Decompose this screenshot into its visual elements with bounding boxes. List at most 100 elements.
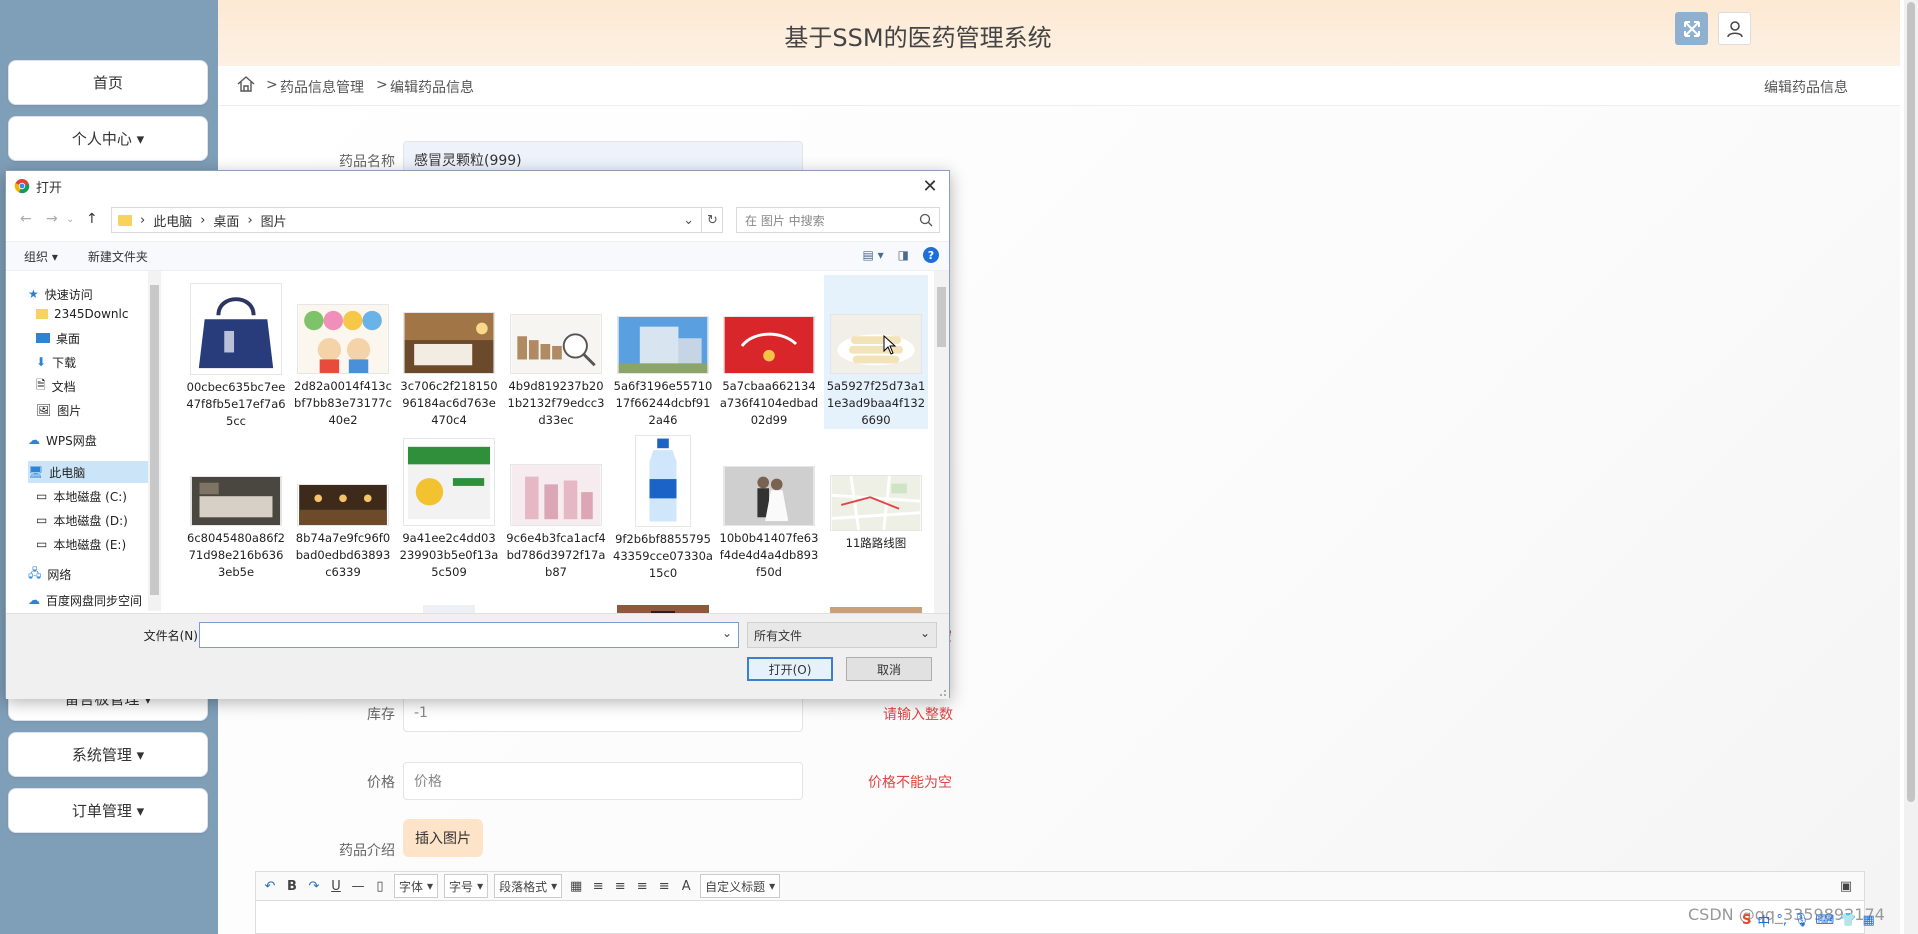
sidebar-item-system[interactable]: 系统管理 ▾ bbox=[8, 732, 208, 777]
dialog-title: 打开 bbox=[36, 180, 63, 196]
file-tile[interactable]: 11路路线图 bbox=[824, 431, 928, 581]
nav-this-pc[interactable]: 🖥 此电脑 bbox=[28, 461, 148, 483]
filetype-select[interactable]: 所有文件 ⌄ bbox=[747, 622, 937, 648]
nav-drive-c[interactable]: ▭ 本地磁盘 (C:) bbox=[36, 485, 127, 507]
breadcrumb-separator: > bbox=[266, 77, 278, 93]
home-icon[interactable] bbox=[236, 74, 256, 98]
page-scroll-thumb[interactable] bbox=[1907, 2, 1915, 802]
nav-downloads[interactable]: ⬇ 下载 bbox=[36, 351, 76, 373]
price-label: 价格 bbox=[367, 775, 395, 791]
file-name: 4b9d819237b201b2132f79edcc3d33ec bbox=[507, 379, 605, 427]
file-tile-selected[interactable]: 5a5927f25d73a11e3ad9baa4f1326690 bbox=[824, 275, 928, 429]
path-desktop[interactable]: 桌面 bbox=[213, 211, 239, 230]
file-tile[interactable]: 9a41ee2c4dd03239903b5e0f13a5c509 bbox=[397, 431, 501, 581]
file-tile[interactable]: 4b9d819237b201b2132f79edcc3d33ec bbox=[504, 279, 608, 429]
document-icon[interactable]: ▯ bbox=[372, 876, 388, 896]
file-tile[interactable]: 00cbec635bc7ee47f8fb5e17ef7a65cc bbox=[184, 279, 288, 429]
file-tile[interactable] bbox=[504, 583, 608, 613]
view-mode-icon[interactable]: ▤ ▾ bbox=[862, 248, 883, 262]
cancel-button[interactable]: 取消 bbox=[846, 657, 932, 681]
ime-toolbar[interactable]: S 中 °, 🎙 ⌨ 👕 ▦ bbox=[1742, 908, 1875, 932]
bold-button[interactable]: B bbox=[284, 876, 300, 896]
organize-menu[interactable]: 组织 ▾ bbox=[24, 248, 58, 265]
search-input[interactable]: 在 图片 中搜索 bbox=[736, 207, 940, 233]
nav-scrollbar[interactable] bbox=[148, 271, 161, 611]
redo-icon[interactable]: ↷ bbox=[306, 876, 322, 896]
file-grid-scroll-thumb[interactable] bbox=[937, 287, 946, 347]
breadcrumb-drug-info[interactable]: 药品信息管理 bbox=[280, 77, 364, 97]
size-select[interactable]: 字号 ▾ bbox=[444, 874, 489, 898]
page-scrollbar[interactable] bbox=[1904, 0, 1918, 934]
resize-grip-icon[interactable] bbox=[937, 687, 947, 697]
align-right-icon[interactable]: ≡ bbox=[612, 876, 628, 896]
file-tile[interactable] bbox=[184, 583, 288, 613]
address-bar[interactable]: › 此电脑 › 桌面 › 图片 ⌄ bbox=[111, 207, 723, 233]
file-tile[interactable]: 9f2b6bf885579543359cce07330a15c0 bbox=[611, 431, 715, 581]
insert-image-button[interactable]: 插入图片 bbox=[403, 819, 483, 857]
paragraph-select[interactable]: 段落格式 ▾ bbox=[494, 874, 563, 898]
help-icon[interactable]: ? bbox=[923, 247, 939, 263]
user-button[interactable] bbox=[1718, 12, 1751, 45]
file-tile[interactable] bbox=[611, 583, 715, 613]
nav-baidu-sync[interactable]: ☁ 百度网盘同步空间 bbox=[28, 589, 142, 611]
open-button[interactable]: 打开(O) bbox=[747, 657, 833, 681]
file-tile[interactable]: 10b0b41407fe63f4de4d4a4db893f50d bbox=[717, 431, 821, 581]
custom-title-select[interactable]: 自定义标题 ▾ bbox=[700, 874, 781, 898]
close-icon[interactable]: ✕ bbox=[919, 175, 941, 197]
align-center-icon[interactable]: ≡ bbox=[634, 876, 650, 896]
file-tile[interactable]: 5a6f3196e5571017f66244dcbf912a46 bbox=[611, 279, 715, 429]
nav-downloads-folder[interactable]: 2345Downlc bbox=[36, 303, 128, 325]
file-tile[interactable] bbox=[824, 583, 928, 613]
chevron-down-icon[interactable]: ⌄ bbox=[683, 213, 694, 228]
nav-network[interactable]: 🖧 网络 bbox=[28, 563, 71, 585]
nav-drive-e[interactable]: ▭ 本地磁盘 (E:) bbox=[36, 533, 126, 555]
path-pictures[interactable]: 图片 bbox=[261, 211, 287, 230]
nav-desktop[interactable]: 桌面 bbox=[36, 327, 80, 349]
new-folder-button[interactable]: 新建文件夹 bbox=[88, 248, 148, 265]
file-tile[interactable]: 2d82a0014f413cbf7bb83e73177c40e2 bbox=[291, 279, 395, 429]
dialog-titlebar[interactable]: 打开 bbox=[6, 171, 949, 201]
underline-button[interactable]: U bbox=[328, 876, 344, 896]
preview-pane-icon[interactable]: ◨ bbox=[898, 248, 909, 262]
align-justify-icon[interactable]: ≡ bbox=[656, 876, 672, 896]
file-tile[interactable]: 5a7cbaa662134a736f4104edbad02d99 bbox=[717, 279, 821, 429]
refresh-icon[interactable]: ↻ bbox=[701, 207, 723, 233]
file-grid-scrollbar[interactable] bbox=[934, 271, 949, 613]
nav-pictures[interactable]: 🖼 图片 bbox=[36, 399, 81, 421]
command-bar: 组织 ▾ 新建文件夹 ▤ ▾ ◨ ? bbox=[6, 241, 949, 271]
sidebar-item-personal-center[interactable]: 个人中心 ▾ bbox=[8, 116, 208, 161]
back-icon[interactable]: ← bbox=[20, 211, 32, 227]
path-this-pc[interactable]: 此电脑 bbox=[153, 211, 192, 230]
align-left-icon[interactable]: ≡ bbox=[590, 876, 606, 896]
file-tile[interactable] bbox=[291, 583, 395, 613]
nav-documents[interactable]: 🗎 文档 bbox=[36, 375, 76, 397]
sidebar-item-home[interactable]: 首页 bbox=[8, 60, 208, 105]
editor-body[interactable] bbox=[255, 901, 1865, 934]
fullscreen-editor-icon[interactable]: ▣ bbox=[1838, 876, 1854, 896]
file-tile[interactable] bbox=[717, 583, 821, 613]
price-input[interactable]: 价格 bbox=[403, 762, 803, 800]
nav-drive-d[interactable]: ▭ 本地磁盘 (D:) bbox=[36, 509, 128, 531]
forward-icon[interactable]: → bbox=[46, 211, 58, 227]
nav-quick-access[interactable]: ★ 快速访问 bbox=[28, 283, 93, 305]
font-color-button[interactable]: A bbox=[678, 876, 694, 896]
recent-dropdown-icon[interactable]: ⌄ bbox=[66, 214, 74, 225]
undo-icon[interactable]: ↶ bbox=[262, 876, 278, 896]
file-tile[interactable]: 6c8045480a86f271d98e216b6363eb5e bbox=[184, 431, 288, 581]
table-icon[interactable]: ▦ bbox=[568, 876, 584, 896]
breadcrumb-separator: > bbox=[376, 77, 388, 93]
file-tile[interactable]: 8b74a7e9fc96f0bad0edbd63893c6339 bbox=[291, 431, 395, 581]
file-tile[interactable]: 9c6e4b3fca1acf4bd786d3972f17ab87 bbox=[504, 431, 608, 581]
filename-input[interactable]: ⌄ bbox=[199, 622, 739, 648]
file-tile[interactable] bbox=[397, 583, 501, 613]
stock-input[interactable]: -1 bbox=[403, 694, 803, 732]
sidebar-item-orders[interactable]: 订单管理 ▾ bbox=[8, 788, 208, 833]
up-icon[interactable]: ↑ bbox=[86, 211, 98, 227]
fullscreen-button[interactable] bbox=[1675, 12, 1708, 45]
chevron-down-icon[interactable]: ⌄ bbox=[722, 626, 732, 640]
nav-scroll-thumb[interactable] bbox=[150, 285, 159, 595]
horizontal-rule-icon[interactable]: — bbox=[350, 876, 366, 896]
file-tile[interactable]: 3c706c2f21815096184ac6d763e470c4 bbox=[397, 279, 501, 429]
nav-wps-drive[interactable]: ☁ WPS网盘 bbox=[28, 429, 97, 451]
font-select[interactable]: 字体 ▾ bbox=[394, 874, 439, 898]
